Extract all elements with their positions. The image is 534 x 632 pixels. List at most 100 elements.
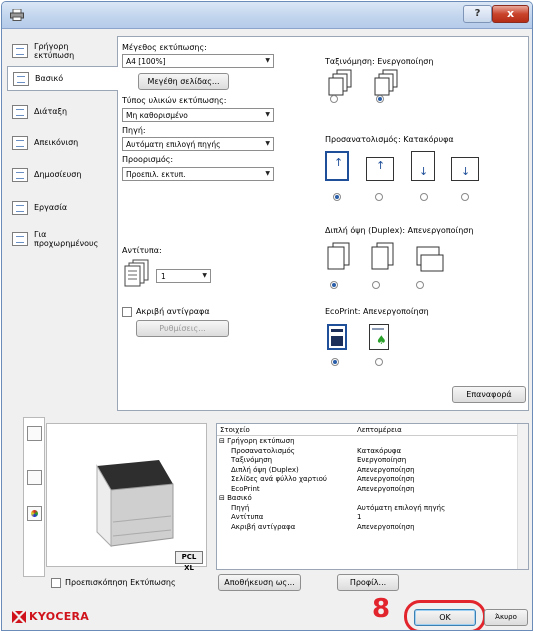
collate-checkbox[interactable]: [122, 307, 132, 317]
color-view-icon[interactable]: [27, 506, 42, 521]
copies-spinner[interactable]: 1: [156, 269, 211, 283]
basic-settings-panel: Μέγεθος εκτύπωσης: A4 [100%] Μεγέθη σελί…: [117, 36, 529, 411]
sidebar-item-label: Δημοσίευση: [34, 170, 82, 179]
row-key: Προσανατολισμός: [231, 446, 295, 455]
arrow-down-icon: ↓: [461, 165, 471, 178]
table-row[interactable]: Διπλή όψη (Duplex) Απενεργοποίηση: [217, 466, 518, 476]
ecoprint-on-option[interactable]: ♠: [369, 324, 389, 350]
table-header: Στοιχείο Λεπτομέρεια: [217, 424, 518, 436]
duplex-short-radio[interactable]: [416, 281, 424, 289]
duplex-long-radio[interactable]: [372, 281, 380, 289]
orientation-landscape-rotated[interactable]: ↓: [451, 157, 479, 181]
table-row[interactable]: Αντίτυπα 1: [217, 513, 518, 523]
sidebar-item-job[interactable]: Εργασία: [7, 195, 117, 220]
reset-button[interactable]: Επαναφορά: [452, 386, 526, 403]
table-row[interactable]: EcoPrint Απενεργοποίηση: [217, 485, 518, 495]
orient-radio-1[interactable]: [333, 193, 341, 201]
publishing-icon: [12, 167, 28, 182]
ecoprint-off-radio[interactable]: [331, 358, 339, 366]
sidebar-item-publishing[interactable]: Δημοσίευση: [7, 162, 117, 187]
row-key: Ακριβή αντίγραφα: [231, 522, 296, 531]
collate-label: Ακριβή αντίγραφα: [136, 307, 210, 316]
table-row[interactable]: Προσανατολισμός Κατακόρυφα: [217, 447, 518, 457]
imaging-icon: [12, 135, 28, 150]
page-size-button[interactable]: Μεγέθη σελίδας...: [138, 73, 229, 90]
save-as-button[interactable]: Αποθήκευση ως...: [218, 574, 301, 591]
arrow-down-icon: ↓: [419, 165, 429, 178]
print-properties-window: ? x Γρήγορη εκτύπωση Βασικό Διάταξη Απει…: [1, 1, 533, 631]
arrow-up-icon: ↑: [334, 156, 344, 169]
orient-radio-2[interactable]: [375, 193, 383, 201]
ecoprint-on-radio[interactable]: [375, 358, 383, 366]
table-row[interactable]: Σελίδες ανά φύλλο χαρτιού Απενεργοποίηση: [217, 475, 518, 485]
media-type-select[interactable]: Μη καθορισμένο: [122, 108, 274, 122]
sidebar-item-basic[interactable]: Βασικό: [7, 66, 118, 91]
col-item-header: Στοιχείο: [220, 426, 250, 434]
orientation-portrait-rotated[interactable]: ↓: [411, 151, 435, 181]
leaf-icon: ♠: [376, 333, 387, 347]
ok-button[interactable]: OK: [414, 609, 476, 626]
kyocera-logo: KYOCERA: [12, 610, 89, 623]
sidebar-item-imaging[interactable]: Απεικόνιση: [7, 130, 117, 155]
bar: [331, 329, 343, 332]
printer-view-icon[interactable]: [27, 426, 42, 441]
sidebar-item-layout[interactable]: Διάταξη: [7, 99, 117, 124]
row-value: Απενεργοποίηση: [357, 465, 415, 474]
sidebar-item-quick-print[interactable]: Γρήγορη εκτύπωση: [7, 38, 117, 63]
orient-radio-3[interactable]: [420, 193, 428, 201]
collate-settings-button[interactable]: Ρυθμίσεις...: [136, 320, 229, 337]
duplex-off-radio[interactable]: [330, 281, 338, 289]
ecoprint-off-option[interactable]: [327, 324, 347, 350]
close-button[interactable]: x: [492, 5, 529, 23]
print-size-label: Μέγεθος εκτύπωσης:: [122, 43, 207, 52]
orientation-portrait[interactable]: ↑: [325, 151, 349, 181]
row-value: Απενεργοποίηση: [357, 522, 415, 531]
quick-print-icon: [12, 43, 28, 58]
print-preview-checkbox[interactable]: [51, 578, 61, 588]
row-key: EcoPrint: [231, 484, 260, 493]
printer-image: [96, 460, 174, 548]
collate-off-radio[interactable]: [330, 95, 338, 103]
settings-summary-table: Στοιχείο Λεπτομέρεια ⊟ Γρήγορη εκτύπωση …: [216, 423, 529, 570]
preview-side-tabs: [23, 417, 45, 577]
row-value: Κατακόρυφα: [357, 446, 402, 455]
table-row[interactable]: Πηγή Αυτόματη επιλογή πηγής: [217, 504, 518, 514]
media-type-label: Τύπος υλικών εκτύπωσης:: [122, 96, 227, 105]
orientation-landscape[interactable]: ↑: [366, 157, 394, 181]
copies-label: Αντίτυπα:: [122, 246, 162, 255]
table-row[interactable]: ⊟ Βασικό: [217, 494, 518, 504]
destination-label: Προορισμός:: [122, 155, 174, 164]
sidebar-item-advanced[interactable]: Για προχωρημένους: [7, 226, 117, 251]
document-view-icon[interactable]: [27, 470, 42, 485]
sidebar-nav: Γρήγορη εκτύπωση Βασικό Διάταξη Απεικόνι…: [7, 36, 118, 411]
title-bar: ? x: [2, 2, 532, 29]
step-number: 8: [372, 594, 391, 624]
kyocera-mark-icon: [12, 610, 26, 623]
help-button[interactable]: ?: [463, 5, 492, 23]
row-key: Πηγή: [231, 503, 250, 512]
sidebar-item-label: Διάταξη: [34, 107, 68, 116]
copies-stack-icon: [124, 259, 149, 287]
print-preview-label: Προεπισκόπηση Εκτύπωσης: [65, 578, 176, 587]
orient-radio-4[interactable]: [461, 193, 469, 201]
collate-on-radio[interactable]: [376, 95, 384, 103]
brand-text: KYOCERA: [29, 610, 90, 623]
table-scrollbar[interactable]: [517, 424, 528, 569]
sidebar-item-label: Γρήγορη εκτύπωση: [34, 41, 75, 60]
source-select[interactable]: Αυτόματη επιλογή πηγής: [122, 137, 274, 151]
profile-button[interactable]: Προφίλ...: [337, 574, 399, 591]
sidebar-item-label: Εργασία: [34, 203, 68, 212]
duplex-title: Διπλή όψη (Duplex): Απενεργοποίηση: [325, 226, 474, 235]
sidebar-item-label: Για προχωρημένους: [34, 229, 99, 248]
row-key: Αντίτυπα: [231, 513, 264, 521]
row-key: Διπλή όψη (Duplex): [231, 465, 299, 474]
collate-title: Ταξινόμηση: Ενεργοποίηση: [325, 57, 434, 66]
ecoprint-title: EcoPrint: Απενεργοποίηση: [325, 307, 429, 316]
print-size-select[interactable]: A4 [100%]: [122, 54, 274, 68]
table-row[interactable]: Ακριβή αντίγραφα Απενεργοποίηση: [217, 523, 518, 533]
table-row[interactable]: ⊟ Γρήγορη εκτύπωση: [217, 437, 518, 447]
cancel-button[interactable]: Άκυρο: [484, 609, 528, 626]
table-row[interactable]: Ταξινόμηση Ενεργοποίηση: [217, 456, 518, 466]
destination-select[interactable]: Προεπιλ. εκτυπ.: [122, 167, 274, 181]
basic-icon: [13, 71, 29, 86]
